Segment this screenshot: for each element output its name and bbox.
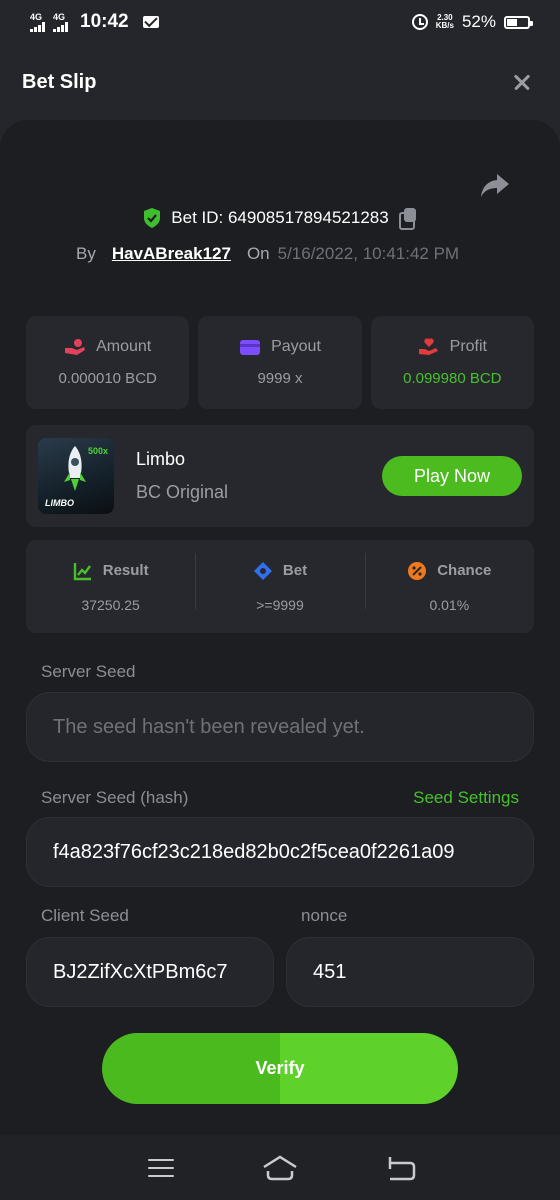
- profit-hand-icon: [418, 338, 438, 355]
- system-nav-bar: [0, 1135, 560, 1200]
- client-seed-field[interactable]: BJ2ZifXcXtPBm6c7: [26, 937, 274, 1007]
- by-label: By: [76, 244, 96, 263]
- server-hash-label: Server Seed (hash): [41, 788, 189, 807]
- bet-meta-row: By HavABreak127 On 5/16/2022, 10:41:42 P…: [76, 244, 459, 264]
- status-bar: 4G 4G 10:42 2.30 KB/s 52%: [0, 0, 560, 44]
- thumb-brand: LIMBO: [45, 498, 74, 508]
- bet-date: 5/16/2022, 10:41:42 PM: [277, 244, 460, 263]
- battery-icon: [504, 15, 533, 29]
- verify-button[interactable]: Verify: [102, 1033, 458, 1104]
- stat-value: 9999 x: [257, 370, 303, 387]
- shield-check-icon: [144, 208, 161, 228]
- clock: 10:42: [80, 11, 129, 32]
- stat-value: 0.099980 BCD: [403, 370, 502, 387]
- wallet-icon: [240, 340, 261, 355]
- game-subtitle: BC Original: [136, 482, 229, 502]
- stat-label: Profit: [449, 338, 487, 355]
- copy-icon[interactable]: [398, 208, 417, 230]
- detail-label: Chance: [437, 562, 492, 579]
- page-title: Bet Slip: [22, 70, 97, 93]
- game-card: 500x LIMBO Limbo BC Original Play Now: [26, 425, 534, 527]
- detail-label: Result: [102, 562, 149, 579]
- detail-result: Result 37250.25: [26, 561, 195, 613]
- bet-slip-sheet: Bet ID: 64908517894521283 By HavABreak12…: [0, 120, 560, 1135]
- alarm-icon: [411, 14, 428, 30]
- home-icon[interactable]: [260, 1153, 300, 1183]
- game-name: Limbo: [136, 449, 186, 469]
- detail-label: Bet: [282, 562, 308, 579]
- detail-value: 37250.25: [81, 596, 140, 613]
- on-label: On: [246, 244, 270, 263]
- money-hand-icon: [65, 339, 86, 355]
- network-speed: 2.30 KB/s: [436, 14, 454, 30]
- server-seed-label: Server Seed: [41, 662, 136, 681]
- detail-value: 0.01%: [429, 596, 470, 613]
- result-chart-icon: [73, 562, 91, 580]
- server-hash-field[interactable]: f4a823f76cf23c218ed82b0c2f5cea0f2261a09: [26, 817, 534, 887]
- bet-details-row: Result 37250.25 Bet >=9999 Chance 0.01%: [26, 540, 534, 633]
- menu-icon[interactable]: [140, 1153, 180, 1183]
- back-icon[interactable]: [380, 1153, 420, 1183]
- username-link[interactable]: HavABreak127: [112, 244, 231, 264]
- bet-id-row: Bet ID: 64908517894521283: [0, 208, 560, 230]
- header: Bet Slip: [0, 44, 560, 120]
- stat-payout: Payout 9999 x: [198, 316, 362, 409]
- network-type-2: 4G: [53, 11, 66, 22]
- network-type-1: 4G: [30, 11, 43, 22]
- detail-value: >=9999: [256, 596, 304, 613]
- speed-unit: KB/s: [435, 21, 454, 30]
- stat-label: Amount: [96, 338, 152, 355]
- thumb-multiplier: 500x: [87, 446, 108, 456]
- client-seed-label: Client Seed: [41, 906, 129, 925]
- share-icon[interactable]: [480, 172, 510, 198]
- seed-settings-link[interactable]: Seed Settings: [413, 788, 519, 808]
- game-thumbnail: 500x LIMBO: [38, 438, 114, 514]
- signal-icon: 4G: [30, 11, 45, 32]
- stat-amount: Amount 0.000010 BCD: [26, 316, 190, 409]
- signal-icon-2: 4G: [53, 11, 68, 32]
- bet-id: Bet ID: 64908517894521283: [171, 208, 389, 227]
- server-seed-field: The seed hasn't been revealed yet.: [26, 692, 534, 762]
- percent-icon: [408, 561, 427, 580]
- rocket-icon: [64, 446, 86, 491]
- detail-bet: Bet >=9999: [195, 552, 364, 613]
- stat-label: Payout: [271, 338, 321, 355]
- stat-value: 0.000010 BCD: [58, 370, 157, 387]
- stat-profit: Profit 0.099980 BCD: [370, 316, 534, 409]
- stats-row: Amount 0.000010 BCD Payout 9999 x Profit: [26, 316, 534, 409]
- nonce-field[interactable]: 451: [286, 937, 534, 1007]
- close-icon[interactable]: [506, 66, 538, 98]
- play-now-button[interactable]: Play Now: [382, 456, 522, 496]
- nonce-label: nonce: [301, 906, 348, 925]
- mail-icon: [142, 16, 159, 28]
- detail-chance: Chance 0.01%: [364, 552, 534, 613]
- bet-tag-icon: [253, 561, 272, 580]
- battery-percent: 52%: [461, 12, 496, 31]
